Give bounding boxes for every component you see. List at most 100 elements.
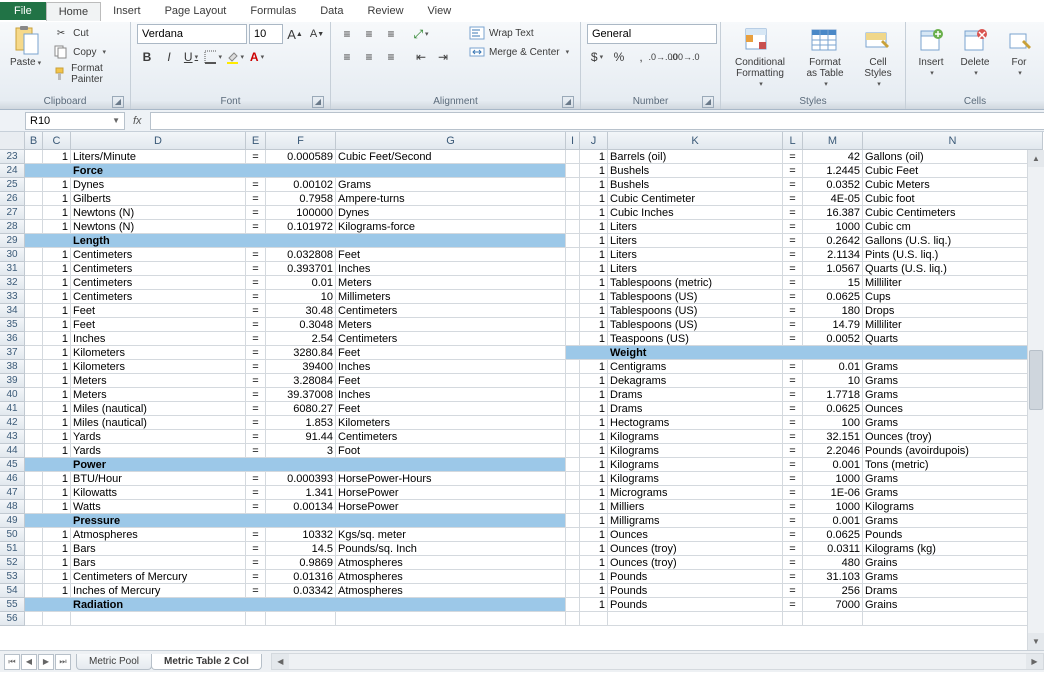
cell[interactable]: =	[246, 276, 266, 290]
cell[interactable]: 0.01316	[266, 570, 336, 584]
cell[interactable]: 1	[580, 430, 608, 444]
cell[interactable]: Ampere-turns	[336, 192, 566, 206]
cell[interactable]: Drams	[863, 584, 1043, 598]
cell[interactable]	[71, 612, 246, 626]
cell[interactable]	[566, 528, 580, 542]
cell[interactable]: Centimeters	[336, 430, 566, 444]
cell[interactable]	[566, 262, 580, 276]
column-headers[interactable]: BCDEFGIJKLMN	[25, 132, 1043, 150]
increase-indent-button[interactable]: ⇥	[433, 47, 453, 67]
cell[interactable]: 1	[43, 248, 71, 262]
row-header-39[interactable]: 39	[0, 374, 25, 388]
cell[interactable]	[783, 612, 803, 626]
cell[interactable]: 4E-05	[803, 192, 863, 206]
cut-button[interactable]: ✂Cut	[51, 24, 124, 42]
cell[interactable]	[25, 360, 43, 374]
format-cells-button[interactable]: For	[1000, 24, 1038, 79]
row-header-53[interactable]: 53	[0, 570, 25, 584]
align-middle-button[interactable]: ≡	[359, 24, 379, 44]
cell[interactable]: 0.7958	[266, 192, 336, 206]
cell[interactable]: Feet	[71, 304, 246, 318]
cell[interactable]: Liters/Minute	[71, 150, 246, 164]
cell[interactable]	[566, 612, 580, 626]
cell[interactable]: 1	[580, 304, 608, 318]
cell[interactable]: Pounds/sq. Inch	[336, 542, 566, 556]
cell[interactable]: Grams	[863, 570, 1043, 584]
cell[interactable]	[580, 612, 608, 626]
format-as-table-button[interactable]: Format as Table	[799, 24, 851, 90]
cell[interactable]: =	[783, 500, 803, 514]
cell[interactable]	[25, 472, 43, 486]
cell[interactable]: 1	[580, 500, 608, 514]
cell[interactable]: =	[246, 220, 266, 234]
cell[interactable]	[566, 514, 580, 528]
cell[interactable]: Watts	[71, 500, 246, 514]
cell[interactable]: =	[246, 472, 266, 486]
cell[interactable]: Liters	[608, 220, 783, 234]
cell[interactable]	[336, 612, 566, 626]
row-header-43[interactable]: 43	[0, 430, 25, 444]
cell[interactable]	[863, 612, 1043, 626]
cell[interactable]: Cubic cm	[863, 220, 1043, 234]
cell[interactable]: 1	[43, 374, 71, 388]
cell[interactable]: =	[783, 276, 803, 290]
cell[interactable]: =	[246, 318, 266, 332]
cell[interactable]	[566, 416, 580, 430]
cell[interactable]: Kilometers	[71, 360, 246, 374]
align-top-button[interactable]: ≡	[337, 24, 357, 44]
cell[interactable]: 10	[266, 290, 336, 304]
cell[interactable]	[25, 612, 43, 626]
cell[interactable]	[566, 318, 580, 332]
select-all-corner[interactable]	[0, 132, 25, 150]
cell[interactable]: 1000	[803, 220, 863, 234]
cell[interactable]: 0.0625	[803, 402, 863, 416]
row-header-30[interactable]: 30	[0, 248, 25, 262]
cell[interactable]: 0.0625	[803, 290, 863, 304]
cell[interactable]: Grams	[863, 514, 1043, 528]
cell[interactable]: Kgs/sq. meter	[336, 528, 566, 542]
cell[interactable]: 1	[43, 178, 71, 192]
cell[interactable]: 1	[580, 150, 608, 164]
cell[interactable]: 0.101972	[266, 220, 336, 234]
sheet-tab-metric-table-2-col[interactable]: Metric Table 2 Col	[151, 654, 262, 670]
cell[interactable]	[566, 444, 580, 458]
cell[interactable]: 39400	[266, 360, 336, 374]
cell[interactable]	[25, 542, 43, 556]
cell[interactable]: 0.0311	[803, 542, 863, 556]
tab-data[interactable]: Data	[308, 2, 355, 20]
cell[interactable]: =	[246, 346, 266, 360]
row-header-47[interactable]: 47	[0, 486, 25, 500]
cell[interactable]: 1	[580, 458, 608, 472]
cell[interactable]: Grams	[863, 416, 1043, 430]
cell[interactable]: Kilograms-force	[336, 220, 566, 234]
sheet-tab-metric-pool[interactable]: Metric Pool	[76, 654, 152, 670]
cell[interactable]: Feet	[336, 248, 566, 262]
bold-button[interactable]: B	[137, 47, 157, 67]
cell[interactable]: 1	[580, 178, 608, 192]
cell[interactable]: Cubic Feet	[863, 164, 1043, 178]
cell[interactable]: Atmospheres	[336, 584, 566, 598]
row-header-45[interactable]: 45	[0, 458, 25, 472]
cell[interactable]: 1	[43, 570, 71, 584]
tab-page-layout[interactable]: Page Layout	[153, 2, 239, 20]
cell[interactable]: Drams	[608, 388, 783, 402]
cell[interactable]: Bushels	[608, 164, 783, 178]
cell[interactable]: =	[783, 416, 803, 430]
cell[interactable]: 3.28084	[266, 374, 336, 388]
section-header[interactable]: Power	[25, 458, 566, 472]
cell[interactable]: 1	[580, 598, 608, 612]
row-header-44[interactable]: 44	[0, 444, 25, 458]
cell[interactable]	[25, 486, 43, 500]
conditional-formatting-button[interactable]: Conditional Formatting	[727, 24, 793, 90]
cell[interactable]: Centimeters	[71, 276, 246, 290]
cell[interactable]: =	[246, 374, 266, 388]
cell[interactable]: 0.001	[803, 514, 863, 528]
cell[interactable]: 1	[580, 318, 608, 332]
cell[interactable]: =	[783, 318, 803, 332]
cell[interactable]: Inches	[336, 262, 566, 276]
tab-insert[interactable]: Insert	[101, 2, 153, 20]
cell[interactable]: Grams	[336, 178, 566, 192]
sheet-nav-prev[interactable]: ◀	[21, 654, 37, 670]
col-header-E[interactable]: E	[246, 132, 266, 150]
cell[interactable]: Dekagrams	[608, 374, 783, 388]
